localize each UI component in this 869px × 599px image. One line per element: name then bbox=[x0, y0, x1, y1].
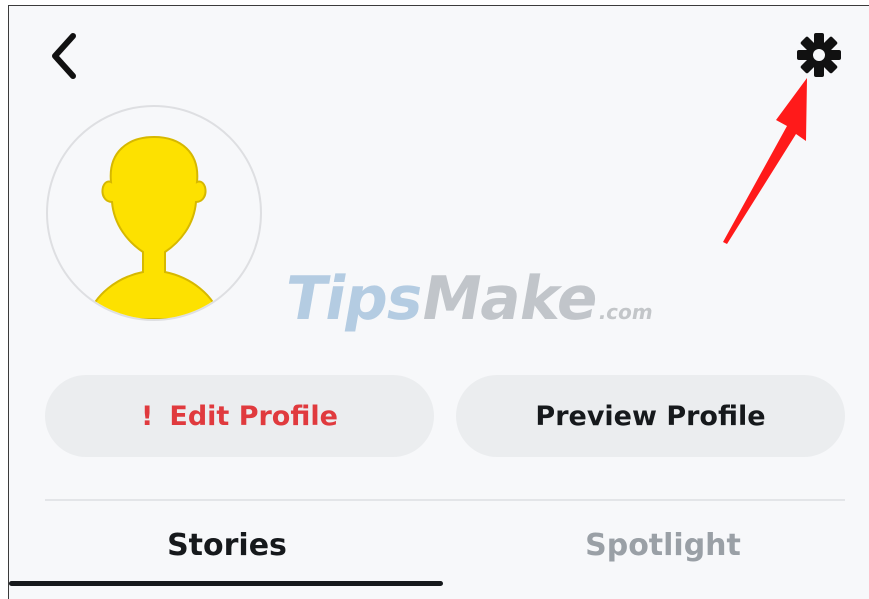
alert-icon: ! bbox=[141, 400, 154, 432]
back-button[interactable] bbox=[45, 30, 85, 82]
watermark-brand: TipsMake bbox=[279, 264, 604, 334]
watermark: TipsMake.com bbox=[278, 264, 661, 344]
chevron-left-icon bbox=[52, 33, 76, 79]
preview-profile-button[interactable]: Preview Profile bbox=[456, 375, 845, 457]
avatar-silhouette-icon bbox=[86, 135, 222, 319]
divider bbox=[45, 499, 845, 501]
watermark-suffix: .com bbox=[596, 300, 656, 324]
active-tab-indicator bbox=[9, 581, 443, 586]
edit-profile-label: Edit Profile bbox=[169, 400, 338, 432]
edit-profile-button[interactable]: ! Edit Profile bbox=[45, 375, 434, 457]
avatar[interactable] bbox=[46, 105, 262, 321]
tab-stories[interactable]: Stories bbox=[27, 528, 427, 563]
annotation-arrow-icon bbox=[723, 78, 807, 244]
preview-profile-label: Preview Profile bbox=[535, 400, 766, 432]
profile-screen: TipsMake.com ! Edit Profile Preview Prof… bbox=[8, 5, 869, 599]
tab-spotlight[interactable]: Spotlight bbox=[463, 528, 863, 563]
